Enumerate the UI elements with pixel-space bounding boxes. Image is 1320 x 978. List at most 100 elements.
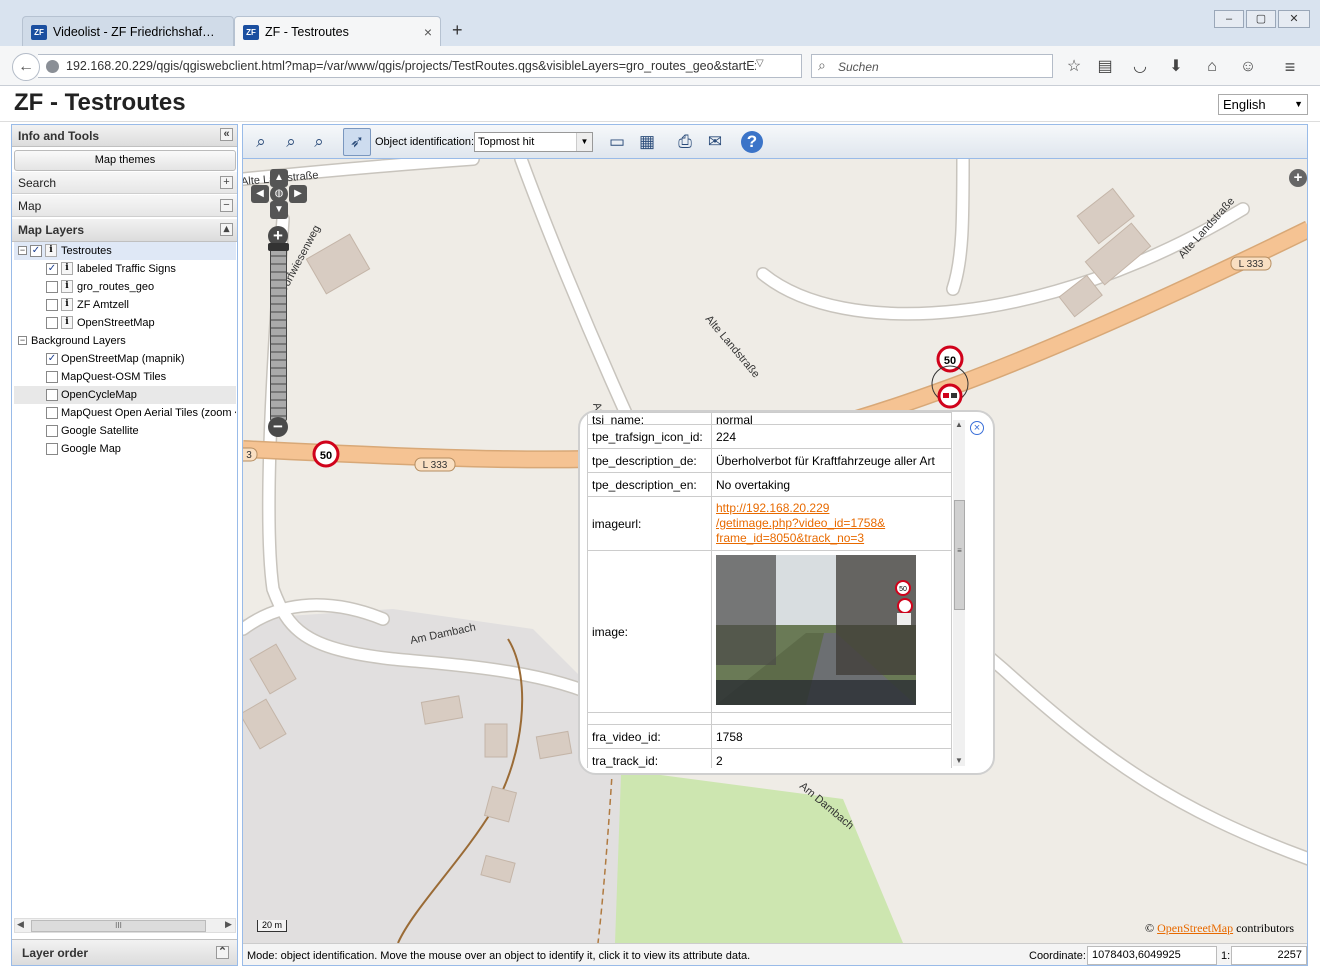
map-themes-button[interactable]: Map themes xyxy=(14,150,236,171)
table-row: tpe_description_de: Überholverbot für Kr… xyxy=(587,448,952,473)
chat-icon[interactable]: ☺ xyxy=(1238,57,1258,77)
browser-tab-testroutes[interactable]: ZF ZF - Testroutes × xyxy=(234,16,441,47)
url-text[interactable]: 192.168.20.229/qgis/qgiswebclient.html?m… xyxy=(66,59,756,73)
zoom-next-icon[interactable]: ⌕ xyxy=(307,130,331,154)
scrollbar-thumb[interactable]: III xyxy=(31,920,206,932)
scroll-left-icon[interactable]: ◀ xyxy=(17,919,24,930)
layer-radio[interactable] xyxy=(46,371,58,383)
background-layer-item[interactable]: OpenCycleMap xyxy=(14,386,236,404)
background-layer-item[interactable]: MapQuest-OSM Tiles xyxy=(14,368,236,386)
info-icon[interactable]: i xyxy=(61,262,73,275)
layer-tree-item-routes[interactable]: i gro_routes_geo xyxy=(14,278,236,296)
url-dropdown-icon[interactable]: ▽ xyxy=(756,58,764,69)
bookmark-star-icon[interactable]: ☆ xyxy=(1064,57,1084,77)
speed-limit-sign-icon[interactable]: 50 xyxy=(312,440,340,468)
info-icon[interactable]: i xyxy=(61,298,73,311)
expand-layer-order-icon[interactable]: ⌃ xyxy=(216,946,229,959)
layer-radio[interactable] xyxy=(46,389,58,401)
map-layers-header[interactable]: Map Layers ▴ xyxy=(12,219,237,242)
layer-radio[interactable] xyxy=(46,407,58,419)
collapse-tree-icon[interactable]: − xyxy=(18,246,27,255)
layer-label: OpenStreetMap (mapnik) xyxy=(61,353,185,365)
layer-checkbox[interactable] xyxy=(46,299,58,311)
reading-list-icon[interactable]: ▤ xyxy=(1095,57,1115,77)
scroll-up-icon[interactable]: ▲ xyxy=(955,420,963,429)
collapse-map-icon[interactable]: − xyxy=(220,199,233,212)
expand-search-icon[interactable]: + xyxy=(220,176,233,189)
speed-limit-sign-icon[interactable]: 50 xyxy=(936,345,964,373)
layer-order-header[interactable]: Layer order ⌃ xyxy=(12,939,237,965)
home-icon[interactable]: ⌂ xyxy=(1202,57,1222,77)
close-icon[interactable]: × xyxy=(970,421,984,435)
measure-area-icon[interactable]: ▦ xyxy=(635,130,659,154)
info-icon[interactable]: i xyxy=(45,244,57,257)
back-icon[interactable]: ← xyxy=(12,53,40,81)
coordinate-field[interactable]: 1078403,6049925 xyxy=(1087,946,1217,965)
speed-sign-value: 50 xyxy=(320,450,332,462)
layer-checkbox[interactable] xyxy=(46,281,58,293)
layer-radio[interactable]: ✓ xyxy=(46,353,58,365)
object-identification-label: Object identification: xyxy=(375,136,475,148)
collapse-tree-icon[interactable]: − xyxy=(18,336,27,345)
image-url-link[interactable]: /getimage.php?video_id=1758& xyxy=(716,516,885,530)
map-section-header[interactable]: Map − xyxy=(12,195,237,217)
background-layer-item[interactable]: ✓ OpenStreetMap (mapnik) xyxy=(14,350,236,368)
new-tab-button[interactable]: + xyxy=(452,20,463,41)
layer-checkbox[interactable] xyxy=(46,317,58,329)
layer-radio[interactable] xyxy=(46,425,58,437)
layer-tree-item-zf-amtzell[interactable]: i ZF Amtzell xyxy=(14,296,236,314)
scroll-down-icon[interactable]: ▼ xyxy=(955,756,963,765)
pocket-icon[interactable]: ◡ xyxy=(1130,57,1150,77)
site-info-icon[interactable] xyxy=(46,60,59,73)
layer-switcher-plus-icon[interactable]: + xyxy=(1289,169,1307,187)
collapse-panel-icon[interactable]: « xyxy=(220,128,233,141)
scrollbar-thumb[interactable]: ≡ xyxy=(954,500,965,610)
layer-tree-item-testroutes[interactable]: − ✓ i Testroutes xyxy=(14,242,236,260)
layer-radio[interactable] xyxy=(46,443,58,455)
info-icon[interactable]: i xyxy=(61,280,73,293)
zoom-out-button[interactable]: − xyxy=(268,417,288,437)
scroll-right-icon[interactable]: ▶ xyxy=(225,919,232,930)
zoom-slider-handle[interactable] xyxy=(268,243,289,251)
info-icon[interactable]: i xyxy=(61,316,73,329)
background-layer-item[interactable]: Google Map xyxy=(14,440,236,458)
pan-right-icon[interactable]: ▶ xyxy=(289,185,307,203)
download-icon[interactable]: ⬇ xyxy=(1166,57,1186,77)
layer-checkbox[interactable]: ✓ xyxy=(46,263,58,275)
identify-tool-button[interactable]: ➶ xyxy=(343,128,371,156)
pan-left-icon[interactable]: ◀ xyxy=(251,185,269,203)
layer-checkbox[interactable]: ✓ xyxy=(30,245,42,257)
print-icon[interactable]: ⎙ xyxy=(673,130,697,154)
collapse-layers-icon[interactable]: ▴ xyxy=(220,223,233,236)
image-url-link[interactable]: http://192.168.20.229 xyxy=(716,501,829,515)
horizontal-scrollbar[interactable]: ◀ III ▶ xyxy=(14,918,236,933)
openstreetmap-link[interactable]: OpenStreetMap xyxy=(1157,921,1233,935)
layer-tree-item-traffic-signs[interactable]: ✓ i labeled Traffic Signs xyxy=(14,260,236,278)
zoom-previous-icon[interactable]: ⌕ xyxy=(279,130,303,154)
language-select[interactable]: English ▼ xyxy=(1218,94,1308,115)
object-identification-select[interactable]: Topmost hit ▼ xyxy=(474,132,593,152)
minimize-button[interactable]: – xyxy=(1214,10,1244,28)
search-section-header[interactable]: Search + xyxy=(12,172,237,194)
help-icon[interactable]: ? xyxy=(741,131,763,153)
maximize-button[interactable]: ▢ xyxy=(1246,10,1276,28)
layer-tree-group-background[interactable]: − Background Layers xyxy=(14,332,236,350)
search-field[interactable]: ⌕ Suchen xyxy=(811,54,1053,78)
background-layer-item[interactable]: Google Satellite xyxy=(14,422,236,440)
close-window-button[interactable]: ✕ xyxy=(1278,10,1310,28)
zoom-slider-bar[interactable] xyxy=(270,246,287,421)
url-bar[interactable]: 192.168.20.229/qgis/qgiswebclient.html?m… xyxy=(38,54,829,78)
measure-distance-icon[interactable]: ▭ xyxy=(605,130,629,154)
send-permalink-icon[interactable]: ✉ xyxy=(703,130,727,154)
image-url-link[interactable]: frame_id=8050&track_no=3 xyxy=(716,531,864,545)
menu-icon[interactable]: ≡ xyxy=(1280,57,1300,77)
scale-field[interactable]: 2257 xyxy=(1231,946,1307,965)
popup-scrollbar[interactable]: ▲ ≡ ▼ xyxy=(953,420,965,766)
browser-tab-videolist[interactable]: ZF Videolist - ZF Friedrichshaf… xyxy=(22,16,234,47)
layer-tree-item-openstreetmap[interactable]: i OpenStreetMap xyxy=(14,314,236,332)
close-tab-icon[interactable]: × xyxy=(424,17,432,47)
zoom-box-icon[interactable]: ⌕ xyxy=(249,130,273,154)
pan-down-icon[interactable]: ▼ xyxy=(270,201,288,219)
background-layer-item[interactable]: MapQuest Open Aerial Tiles (zoom < xyxy=(14,404,236,422)
video-frame-image[interactable]: 50 xyxy=(716,555,916,705)
